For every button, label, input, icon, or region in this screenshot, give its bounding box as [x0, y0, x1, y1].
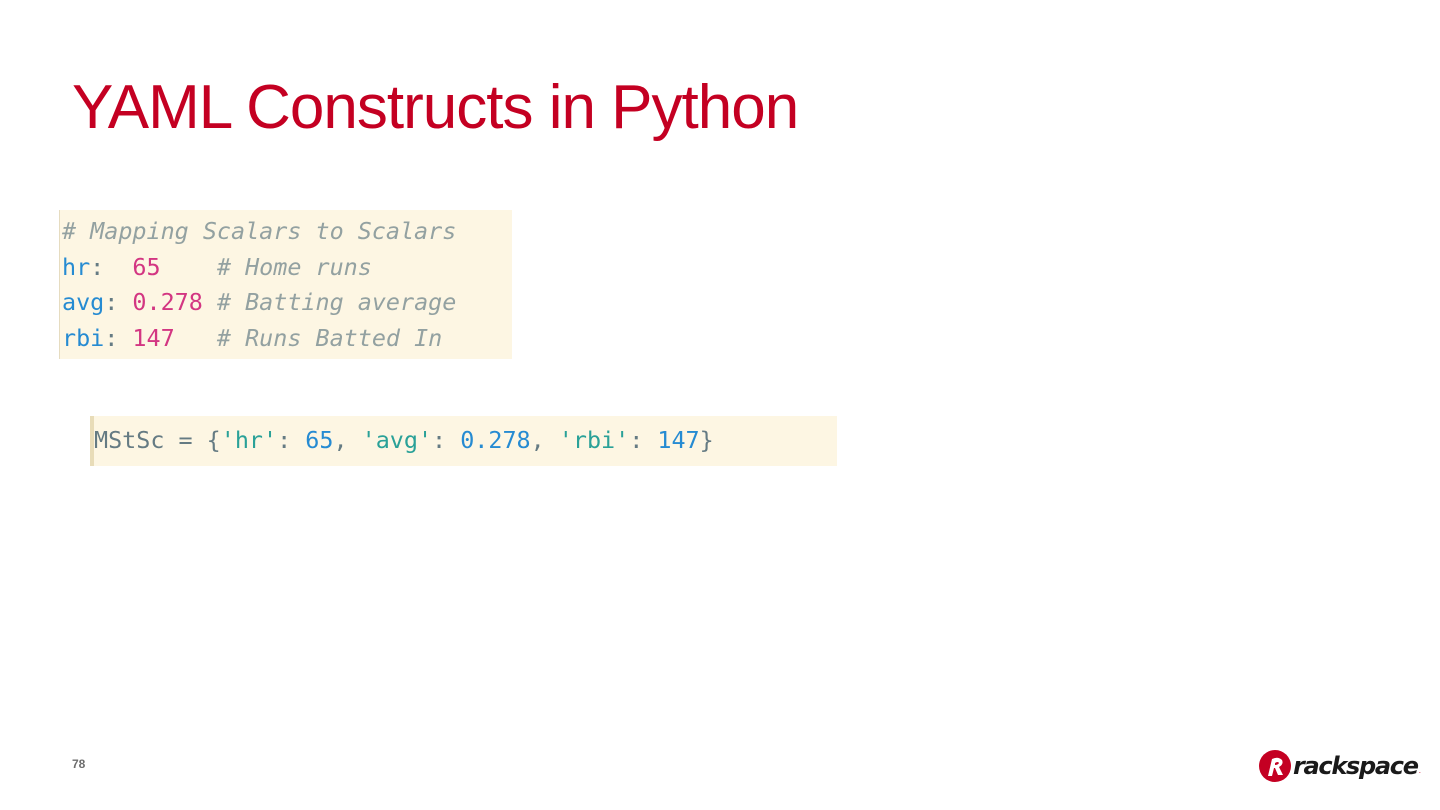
code-token-plain: : [432, 426, 461, 454]
code-line: hr: 65 # Home runs [62, 250, 512, 286]
code-line: rbi: 147 # Runs Batted In [62, 321, 512, 357]
rackspace-logo: rackspace . [1258, 749, 1421, 783]
code-token-comment: # Batting average [216, 288, 457, 316]
code-line: avg: 0.278 # Batting average [62, 285, 512, 321]
code-token-plain: : [629, 426, 658, 454]
code-token-plain: MStSc = { [94, 426, 221, 454]
code-token-number-yaml: 147 [132, 323, 175, 352]
code-token-string: 'avg' [361, 426, 433, 454]
page-number: 78 [72, 757, 86, 771]
code-token-string: 'hr' [220, 426, 278, 454]
rackspace-logo-text: rackspace [1293, 752, 1419, 780]
code-token-plain: , [333, 426, 362, 454]
code-token-plain: : [90, 252, 133, 281]
slide-title: YAML Constructs in Python [72, 73, 799, 142]
code-token-comment: # Home runs [216, 252, 372, 281]
code-token-number-yaml: 0.278 [132, 288, 203, 316]
rackspace-logo-dot: . [1418, 766, 1421, 775]
code-token-plain: : [104, 288, 133, 316]
code-token-number-yaml: 65 [132, 252, 161, 281]
code-token-number-py: 0.278 [460, 426, 531, 454]
code-token-plain: , [530, 426, 559, 454]
code-token-plain: : [104, 323, 133, 352]
python-code-block: MStSc = {'hr': 65, 'avg': 0.278, 'rbi': … [90, 416, 837, 466]
code-token-plain: } [699, 426, 714, 454]
code-token-number-py: 147 [657, 426, 700, 454]
code-line: MStSc = {'hr': 65, 'avg': 0.278, 'rbi': … [94, 422, 837, 458]
code-token-comment: # Mapping Scalars to Scalars [62, 217, 457, 245]
code-token-string: 'rbi' [558, 426, 630, 454]
code-token-key: rbi [62, 323, 105, 352]
rackspace-logo-icon [1259, 750, 1291, 782]
code-token-number-py: 65 [305, 426, 334, 454]
code-token-key: hr [62, 252, 91, 281]
yaml-code-block: # Mapping Scalars to Scalars hr: 65 # Hom… [59, 210, 512, 359]
code-token-plain: : [277, 426, 306, 454]
code-token-key: avg [62, 288, 105, 316]
code-line: # Mapping Scalars to Scalars [62, 214, 512, 250]
code-token-comment: # Runs Batted In [216, 323, 443, 352]
